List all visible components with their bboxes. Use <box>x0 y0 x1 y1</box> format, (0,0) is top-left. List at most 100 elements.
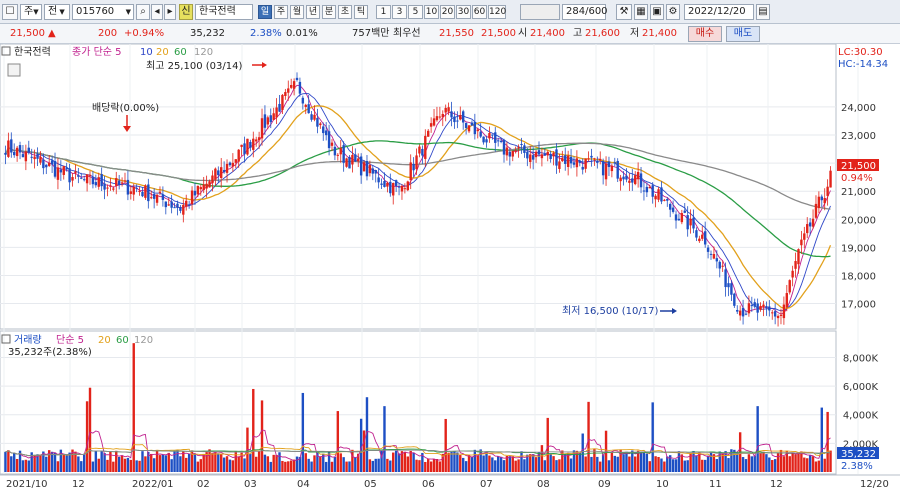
interval-5[interactable]: 5 <box>408 5 423 19</box>
candle-body <box>444 107 447 113</box>
candle-body <box>377 177 380 183</box>
candle-body <box>625 175 628 180</box>
x-tick-label: 09 <box>598 479 611 490</box>
market-select[interactable]: 주▼ <box>20 4 42 20</box>
interval-custom-input[interactable] <box>520 4 560 20</box>
volume-bar <box>214 452 217 472</box>
tab-period-6[interactable]: 틱 <box>354 5 368 19</box>
candle-body <box>77 175 80 177</box>
volume-bar <box>703 459 707 472</box>
chart-tools-icon[interactable]: ⚒ <box>616 4 632 20</box>
candle-body <box>123 180 127 182</box>
volume-bar <box>534 457 538 472</box>
x-tick-label: 12/20 <box>860 479 889 490</box>
candle-body <box>636 171 640 180</box>
interval-1[interactable]: 1 <box>376 5 391 19</box>
candle-body <box>260 118 264 139</box>
volume-bar <box>645 453 649 472</box>
volume-bar <box>243 458 246 472</box>
candle-body <box>342 145 345 163</box>
calendar-icon[interactable]: ▤ <box>756 4 770 20</box>
candle-body <box>150 197 153 199</box>
y-tick-label: 23,000 <box>841 131 876 142</box>
date-field[interactable]: 2022/12/20 <box>684 4 754 20</box>
interval-30[interactable]: 30 <box>456 5 471 19</box>
type-select-value: 전 <box>48 6 58 17</box>
candle-body <box>289 84 293 88</box>
volume-bar <box>628 456 631 472</box>
candle-body <box>65 167 68 170</box>
volume-bar <box>278 452 281 472</box>
volume-bar <box>508 456 512 472</box>
table-icon[interactable]: ▦ <box>634 4 648 20</box>
volume-bar <box>132 343 135 472</box>
volume-bar <box>167 452 170 472</box>
tab-period-0[interactable]: 일 <box>258 5 272 19</box>
save-icon[interactable]: ▣ <box>650 4 664 20</box>
candle-body <box>85 174 89 184</box>
volume-bar <box>765 454 768 472</box>
interval-20[interactable]: 20 <box>440 5 455 19</box>
candle-body <box>575 158 579 168</box>
volume-bar <box>368 459 372 472</box>
candle-body <box>709 253 713 255</box>
stock-code-input[interactable]: 015760 ▼ <box>72 4 134 20</box>
volume-bar <box>776 452 780 472</box>
tab-period-3[interactable]: 년 <box>306 5 320 19</box>
volume-bar <box>768 457 771 472</box>
volume-bar <box>252 388 255 472</box>
volume-bar <box>152 458 156 472</box>
volume-bar <box>202 453 205 472</box>
volume-bar <box>459 455 462 472</box>
candle-body <box>768 306 771 311</box>
candle-body <box>432 118 436 126</box>
price-change-pct: +0.94% <box>124 28 165 39</box>
candle-body <box>115 178 118 186</box>
volume-bar <box>773 459 777 472</box>
candle-body <box>695 230 698 238</box>
candle-body <box>106 187 109 189</box>
volume-bar <box>523 459 526 472</box>
volume-bar <box>307 458 310 472</box>
candle-body <box>220 167 223 178</box>
interval-10[interactable]: 10 <box>424 5 439 19</box>
interval-120[interactable]: 120 <box>488 5 506 19</box>
stock-name-field[interactable]: 한국전력 <box>195 4 253 20</box>
prev-arrow-icon[interactable]: ◂ <box>151 4 163 20</box>
candle-body <box>202 184 205 191</box>
grid-toggle-icon[interactable] <box>7 63 21 77</box>
candle-body <box>467 125 471 132</box>
tab-period-5[interactable]: 초 <box>338 5 352 19</box>
volume-bar <box>657 457 660 472</box>
candle-body <box>651 185 654 197</box>
volume-bar <box>231 460 235 472</box>
sell-button[interactable]: 매도 <box>726 26 760 42</box>
candle-body <box>88 174 92 176</box>
count-field[interactable]: 284/600 <box>562 4 608 20</box>
volume-bar <box>814 461 818 472</box>
chart-area[interactable]: 24,00023,00022,00021,00020,00019,00018,0… <box>0 43 900 491</box>
tab-period-4[interactable]: 분 <box>322 5 336 19</box>
current-price: 21,500 <box>10 28 45 39</box>
buy-button[interactable]: 매수 <box>688 26 722 42</box>
volume-bar <box>342 457 345 472</box>
volume-bar <box>496 456 500 472</box>
price-legend-name: 한국전력 <box>14 46 51 58</box>
tab-period-1[interactable]: 주 <box>274 5 288 19</box>
gear-icon[interactable]: ⚙ <box>666 4 680 20</box>
interval-60[interactable]: 60 <box>472 5 487 19</box>
interval-3[interactable]: 3 <box>392 5 407 19</box>
type-select[interactable]: 전 ▼ <box>44 4 70 20</box>
stock-chart[interactable]: 24,00023,00022,00021,00020,00019,00018,0… <box>0 43 900 491</box>
ask-price: 21,550 <box>439 28 474 39</box>
volume-bar <box>634 456 637 472</box>
candle-body <box>339 147 342 155</box>
search-icon[interactable]: ⌕ <box>136 4 150 20</box>
window-menu-icon[interactable]: ☐ <box>2 4 18 20</box>
trade-amount: 757백만 <box>352 28 390 39</box>
volume-bar <box>686 460 689 472</box>
candle-body <box>584 158 587 169</box>
candle-body <box>654 195 657 200</box>
next-arrow-icon[interactable]: ▸ <box>164 4 176 20</box>
tab-period-2[interactable]: 월 <box>290 5 304 19</box>
